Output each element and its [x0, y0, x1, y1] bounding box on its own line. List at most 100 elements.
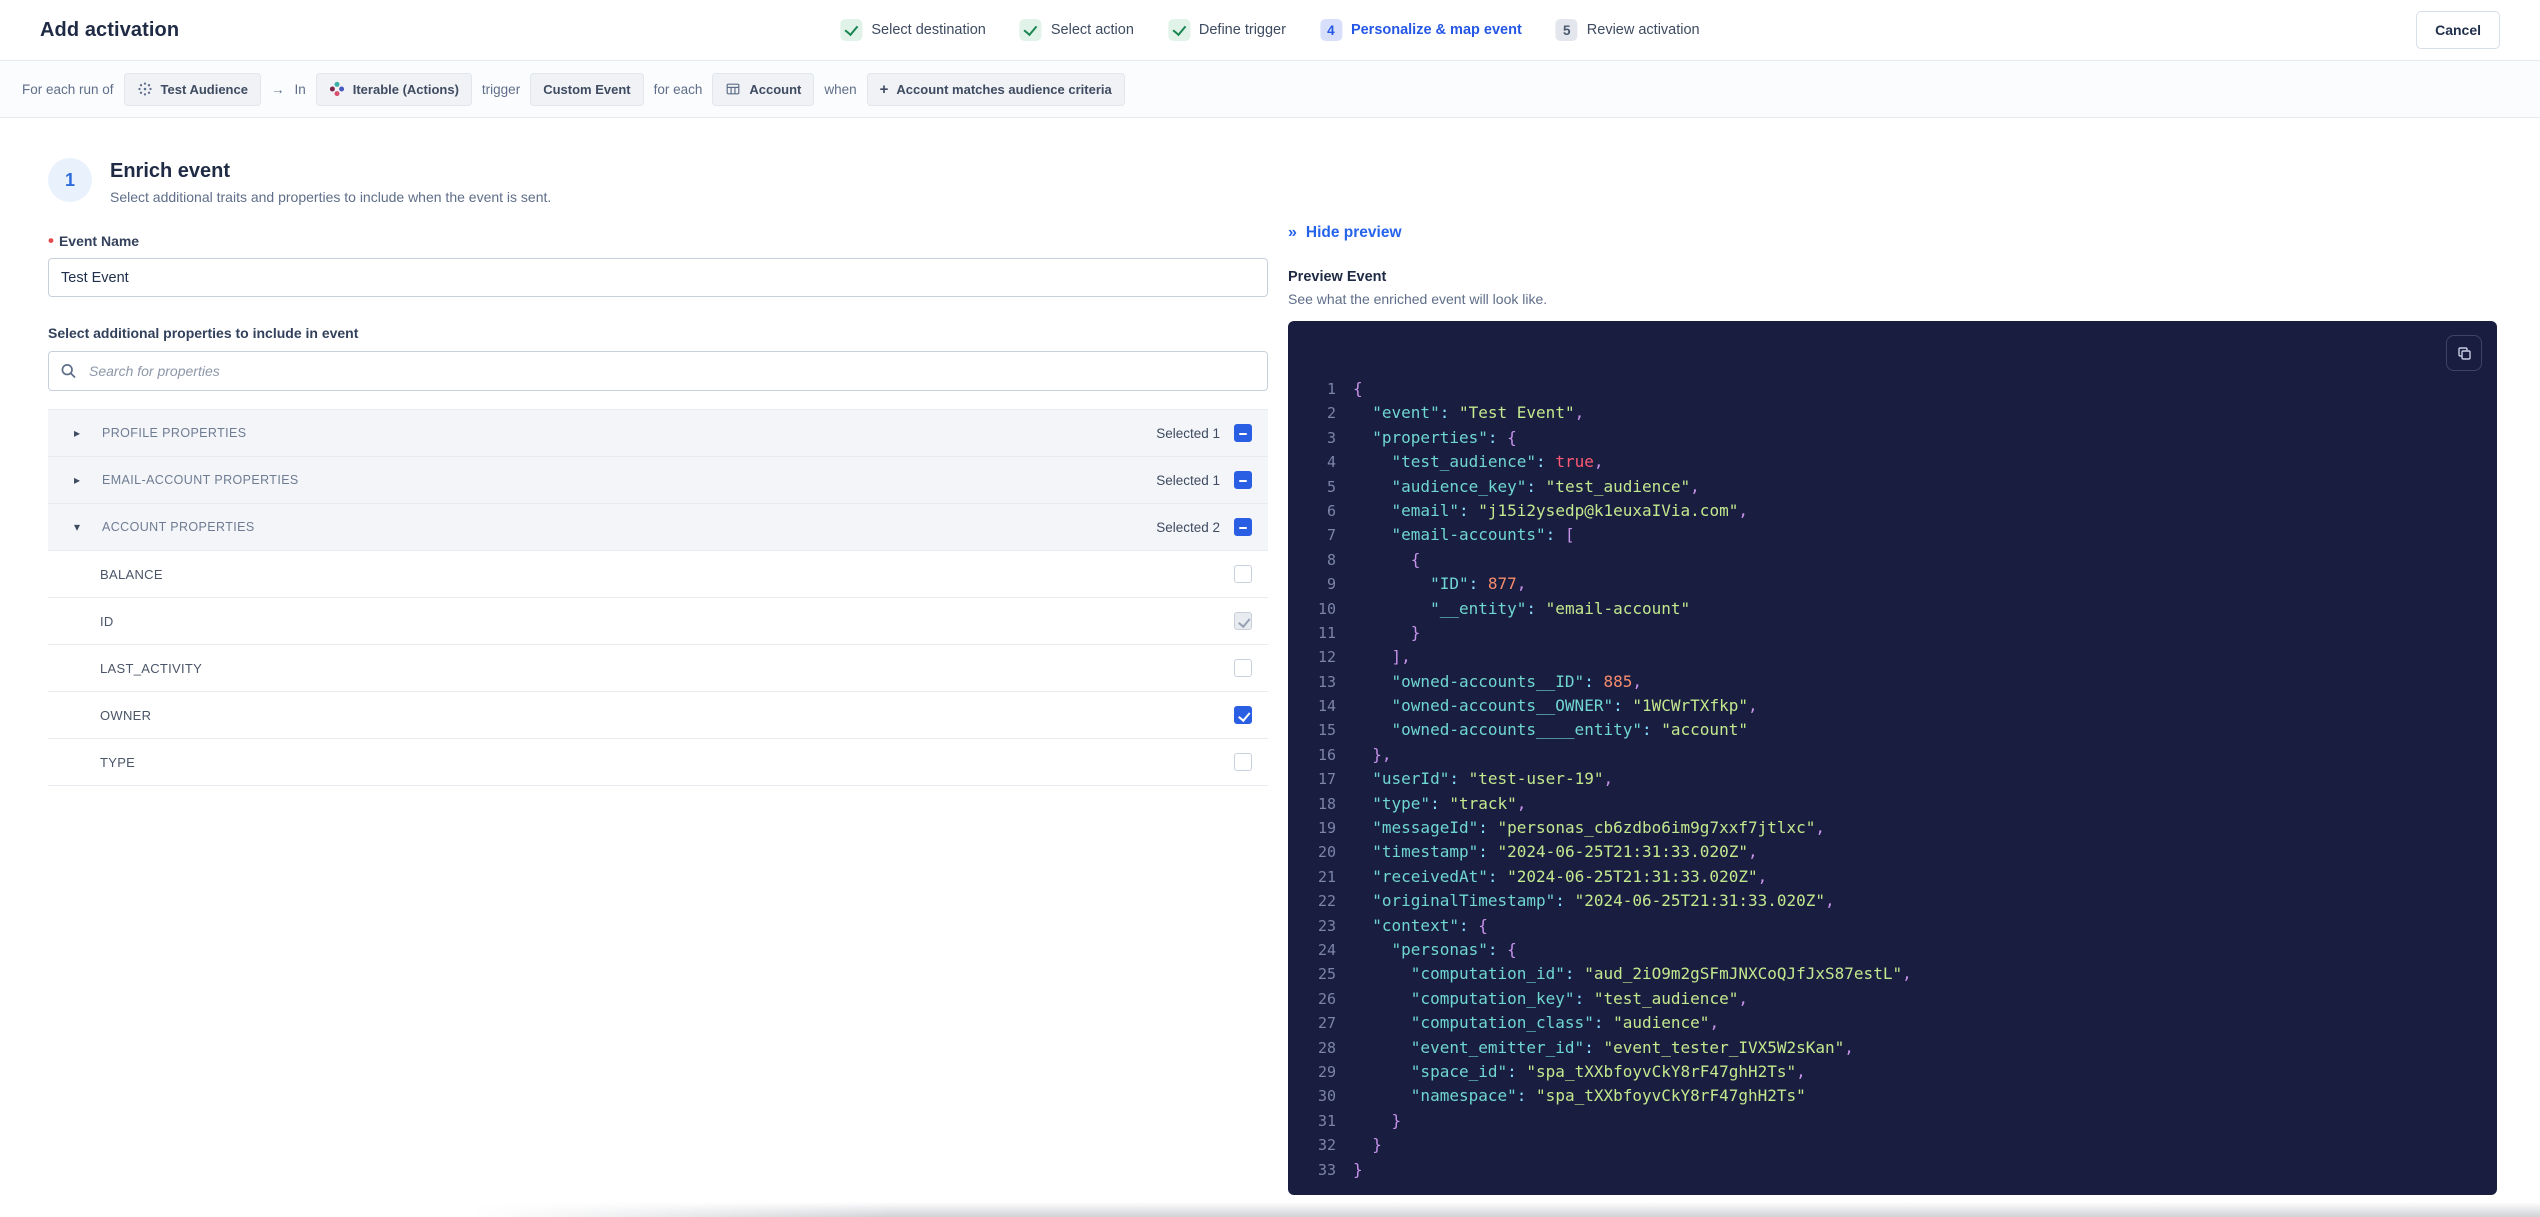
- code-line: 21 "receivedAt": "2024-06-25T21:31:33.02…: [1304, 865, 2477, 889]
- search-box: [48, 351, 1268, 391]
- line-number: 2: [1326, 404, 1336, 423]
- code-line: 1{: [1304, 377, 2477, 401]
- hide-preview-button[interactable]: » Hide preview: [1288, 224, 2497, 242]
- property-label: LAST_ACTIVITY: [100, 660, 203, 676]
- step-review-activation[interactable]: 5 Review activation: [1555, 19, 1700, 41]
- line-number: 33: [1317, 1160, 1336, 1179]
- accordion-header-email-account-properties[interactable]: ▸ EMAIL-ACCOUNT PROPERTIES Selected 1: [48, 457, 1268, 504]
- table-icon: [725, 81, 741, 97]
- preview-subtitle: See what the enriched event will look li…: [1288, 291, 1548, 307]
- code-line: 11 }: [1304, 621, 2477, 645]
- accordion-header-account-properties[interactable]: ▾ ACCOUNT PROPERTIES Selected 2: [48, 504, 1268, 551]
- search-input[interactable]: [48, 351, 1268, 391]
- line-number: 3: [1326, 428, 1336, 447]
- chip-label: Account: [749, 81, 802, 97]
- line-number: 16: [1317, 745, 1336, 764]
- property-row-owner[interactable]: OWNER: [48, 692, 1268, 739]
- accordion-header-profile-properties[interactable]: ▸ PROFILE PROPERTIES Selected 1: [48, 410, 1268, 457]
- destination-chip[interactable]: Iterable (Actions): [315, 72, 472, 106]
- code-line: 16 },: [1304, 743, 2477, 767]
- line-number: 23: [1317, 916, 1336, 935]
- code-line: 17 "userId": "test-user-19",: [1304, 767, 2477, 791]
- entity-chip[interactable]: Account: [712, 72, 815, 106]
- code-line: 15 "owned-accounts____entity": "account": [1304, 718, 2477, 742]
- line-number: 29: [1317, 1062, 1336, 1081]
- property-checkbox-last-activity[interactable]: [1234, 659, 1252, 677]
- copy-icon: [2456, 345, 2473, 362]
- property-checkbox-type[interactable]: [1234, 753, 1252, 771]
- line-number: 24: [1317, 940, 1336, 959]
- group-select-checkbox[interactable]: [1234, 471, 1252, 489]
- line-number: 8: [1326, 550, 1336, 569]
- code-line: 26 "computation_key": "test_audience",: [1304, 987, 2477, 1011]
- step-define-trigger[interactable]: Define trigger: [1167, 19, 1286, 41]
- selected-count: Selected 2: [1156, 519, 1220, 535]
- cancel-button[interactable]: Cancel: [2416, 11, 2500, 49]
- step-select-destination[interactable]: Select destination: [840, 19, 986, 41]
- property-checkbox-id: [1234, 612, 1252, 630]
- line-number: 26: [1317, 989, 1336, 1008]
- event-name-input[interactable]: [48, 258, 1268, 297]
- code-text: }: [1353, 1159, 1363, 1179]
- code-text: "owned-accounts__OWNER": "1WCWrTXfkp",: [1391, 696, 1758, 716]
- line-number: 11: [1317, 623, 1336, 642]
- group-label: ACCOUNT PROPERTIES: [102, 520, 255, 534]
- code-line: 25 "computation_id": "aud_2iO9m2gSFmJNXC…: [1304, 962, 2477, 986]
- line-number: 32: [1317, 1136, 1336, 1155]
- copy-button[interactable]: [2446, 335, 2482, 371]
- code-text: "receivedAt": "2024-06-25T21:31:33.020Z"…: [1372, 866, 1768, 886]
- code-line: 3 "properties": {: [1304, 426, 2477, 450]
- code-line: 30 "namespace": "spa_tXXbfoyvCkY8rF47ghH…: [1304, 1084, 2477, 1108]
- line-number: 7: [1326, 526, 1336, 545]
- code-text: }: [1410, 622, 1421, 642]
- code-text: {: [1410, 549, 1421, 569]
- code-text: "event_emitter_id": "event_tester_IVX5W2…: [1410, 1037, 1854, 1057]
- search-icon: [60, 363, 77, 380]
- chip-label: Account matches audience criteria: [896, 81, 1112, 97]
- chip-label: Test Audience: [160, 81, 248, 97]
- property-row-id[interactable]: ID: [48, 598, 1268, 645]
- code-line: 20 "timestamp": "2024-06-25T21:31:33.020…: [1304, 840, 2477, 864]
- line-number: 31: [1317, 1111, 1336, 1130]
- check-icon: [1167, 19, 1190, 41]
- property-label: BALANCE: [100, 566, 163, 582]
- property-row-last-activity[interactable]: LAST_ACTIVITY: [48, 645, 1268, 692]
- context-prefix: For each run of: [22, 81, 114, 97]
- line-number: 13: [1317, 672, 1336, 691]
- context-trigger-label: trigger: [481, 81, 521, 97]
- line-number: 28: [1317, 1038, 1336, 1057]
- group-select-checkbox[interactable]: [1234, 518, 1252, 536]
- code-text: "personas": {: [1391, 939, 1517, 959]
- chevron-down-icon: ▾: [74, 520, 81, 534]
- chevron-right-icon: ▸: [74, 426, 81, 440]
- code-text: "email": "j15i2ysedp@k1euxaIVia.com",: [1391, 500, 1748, 520]
- event-preview-code: 1{ 2 "event": "Test Event", 3 "properties"…: [1288, 321, 2497, 1195]
- arrow-right-icon: →: [270, 81, 285, 97]
- property-row-balance[interactable]: BALANCE: [48, 551, 1268, 598]
- property-checkbox-balance[interactable]: [1234, 565, 1252, 583]
- code-line: 23 "context": {: [1304, 914, 2477, 938]
- line-number: 22: [1317, 892, 1336, 911]
- code-text: "userId": "test-user-19",: [1372, 769, 1614, 789]
- chip-label: Custom Event: [543, 81, 631, 97]
- property-row-type[interactable]: TYPE: [48, 739, 1268, 786]
- step-number-badge: 5: [1555, 19, 1578, 41]
- event-chip[interactable]: Custom Event: [530, 72, 644, 106]
- group-select-checkbox[interactable]: [1234, 424, 1252, 442]
- code-text: "computation_id": "aud_2iO9m2gSFmJNXCoQJ…: [1410, 964, 1912, 984]
- chip-label: Iterable (Actions): [352, 81, 459, 97]
- main-content: 1 Enrich event Select additional traits …: [0, 118, 2540, 1195]
- code-line: 32 }: [1304, 1133, 2477, 1157]
- double-chevron-right-icon: »: [1288, 224, 1297, 241]
- property-checkbox-owner[interactable]: [1234, 706, 1252, 724]
- check-icon: [840, 19, 863, 41]
- step-select-action[interactable]: Select action: [1019, 19, 1134, 41]
- code-line: 4 "test_audience": true,: [1304, 450, 2477, 474]
- audience-chip[interactable]: Test Audience: [123, 72, 261, 106]
- code-line: 5 "audience_key": "test_audience",: [1304, 475, 2477, 499]
- line-number: 19: [1317, 819, 1336, 838]
- code-text: "event": "Test Event",: [1372, 403, 1585, 423]
- step-label: Select destination: [871, 22, 986, 38]
- condition-chip[interactable]: + Account matches audience criteria: [866, 72, 1125, 106]
- step-personalize-map-event[interactable]: 4 Personalize & map event: [1319, 19, 1522, 41]
